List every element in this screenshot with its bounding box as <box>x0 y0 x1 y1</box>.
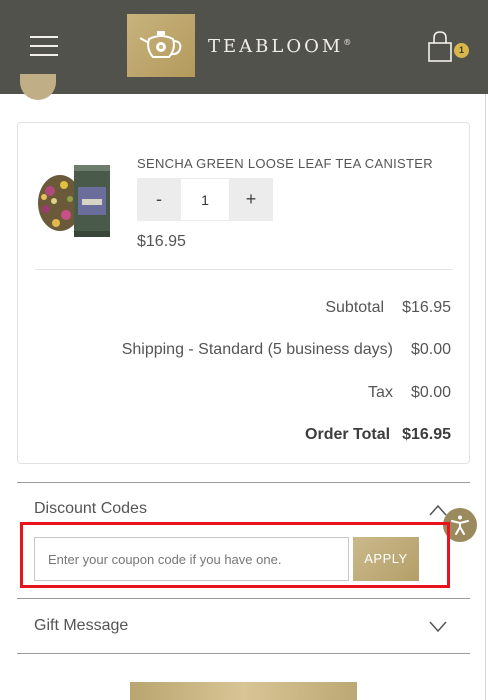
tax-row: Tax $0.00 <box>368 384 451 402</box>
subtotal-row: Subtotal $16.95 <box>325 299 451 317</box>
discount-codes-toggle[interactable]: Discount Codes <box>34 500 147 518</box>
divider <box>17 482 470 483</box>
order-summary-card: SENCHA GREEN LOOSE LEAF TEA CANISTER - 1… <box>17 122 470 464</box>
order-total-row: Order Total $16.95 <box>305 426 451 444</box>
chevron-down-icon[interactable] <box>428 619 448 633</box>
step-indicator <box>20 74 56 100</box>
highlight-box <box>20 522 450 588</box>
shipping-label: Shipping - Standard (5 business days) <box>121 341 393 358</box>
brand-name[interactable]: TEABLOOM® <box>208 36 351 57</box>
shopping-bag-icon <box>428 31 452 62</box>
trademark-mark: ® <box>343 38 352 47</box>
subtotal-value: $16.95 <box>402 299 451 316</box>
cart-button[interactable]: 1 <box>426 30 474 66</box>
product-price: $16.95 <box>137 233 186 250</box>
divider <box>35 269 453 270</box>
brand-label: TEABLOOM <box>208 36 344 57</box>
shipping-value: $0.00 <box>410 341 451 358</box>
tax-value: $0.00 <box>410 384 451 401</box>
scroll-edge <box>485 94 486 700</box>
divider <box>17 653 470 654</box>
site-header: TEABLOOM® 1 <box>0 0 488 94</box>
checkout-button[interactable] <box>130 682 357 700</box>
tax-label: Tax <box>368 384 393 401</box>
order-total-value: $16.95 <box>402 426 451 443</box>
increment-button[interactable]: + <box>229 178 273 221</box>
product-image[interactable] <box>36 157 114 241</box>
order-total-label: Order Total <box>305 426 391 443</box>
quantity-field[interactable]: 1 <box>181 178 229 221</box>
teapot-logo-icon[interactable] <box>127 14 195 77</box>
product-name[interactable]: SENCHA GREEN LOOSE LEAF TEA CANISTER <box>137 156 433 171</box>
cart-count-badge: 1 <box>454 43 469 58</box>
subtotal-label: Subtotal <box>325 299 385 316</box>
decrement-button[interactable]: - <box>137 178 181 221</box>
gift-message-toggle[interactable]: Gift Message <box>34 617 128 635</box>
divider <box>17 598 470 599</box>
hamburger-menu-icon[interactable] <box>30 36 58 56</box>
shipping-row: Shipping - Standard (5 business days) $0.… <box>122 341 451 359</box>
quantity-stepper: - 1 + <box>137 178 273 221</box>
